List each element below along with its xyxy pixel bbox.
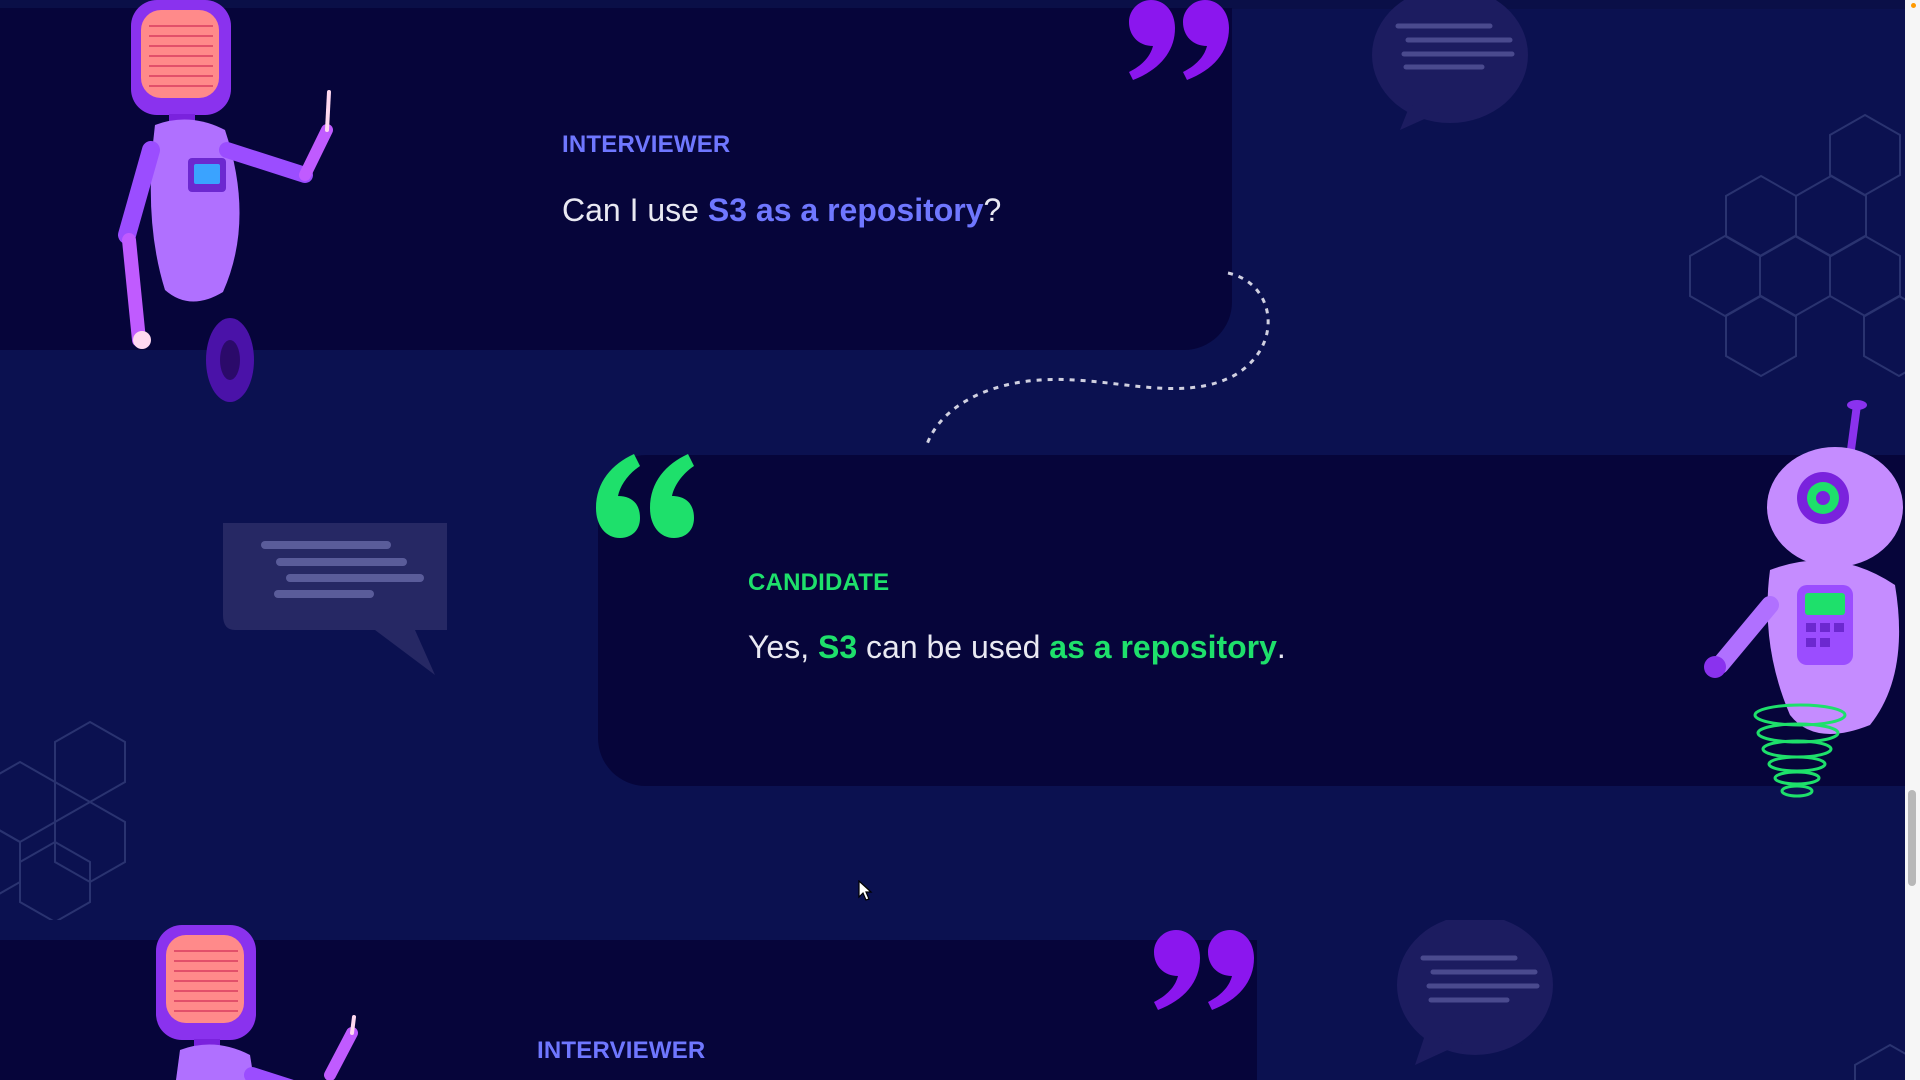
- speaker-label-interviewer: INTERVIEWER: [537, 1037, 706, 1064]
- answer-text: Yes, S3 can be used as a repository.: [748, 629, 1286, 666]
- hexagon-pattern-bottom-right: [1854, 1043, 1910, 1080]
- hexagon-pattern-right: [1689, 113, 1905, 378]
- robot-illustration: [156, 925, 358, 1080]
- question-highlight: S3 as a repository: [707, 192, 984, 228]
- close-quote-icon: [1129, 0, 1229, 80]
- dashed-connector: [924, 271, 1270, 448]
- question-text: Can I use S3 as a repository?: [562, 192, 1001, 229]
- mouse-cursor-icon: [858, 880, 873, 901]
- chat-bubble-icon: [223, 523, 447, 675]
- close-quote-icon: [1154, 930, 1254, 1010]
- page: INTERVIEWER Can I use S3 as a repository…: [0, 0, 1920, 1080]
- speaker-label-candidate: CANDIDATE: [748, 569, 890, 596]
- answer-highlight-2: as a repository: [1049, 629, 1277, 665]
- scrollbar-thumb[interactable]: [1908, 790, 1916, 886]
- open-quote-icon: [596, 454, 694, 538]
- answer-text-post: .: [1276, 629, 1286, 665]
- chat-bubble-icon: [1397, 920, 1553, 1065]
- robot-illustration: [118, 0, 333, 402]
- speaker-label-interviewer: INTERVIEWER: [562, 131, 731, 158]
- question-text-post: ?: [983, 192, 1002, 228]
- question-text-pre: Can I use: [562, 192, 708, 228]
- answer-text-mid: can be used: [857, 629, 1050, 665]
- vertical-scrollbar[interactable]: [1905, 0, 1920, 1080]
- answer-highlight-1: S3: [817, 629, 858, 665]
- hexagon-pattern-left: [0, 720, 126, 920]
- chat-bubble-icon: [1372, 0, 1528, 130]
- answer-text-pre: Yes,: [748, 629, 818, 665]
- scroll-indicator-dot: [1911, 3, 1916, 8]
- robot-illustration: [1704, 400, 1903, 798]
